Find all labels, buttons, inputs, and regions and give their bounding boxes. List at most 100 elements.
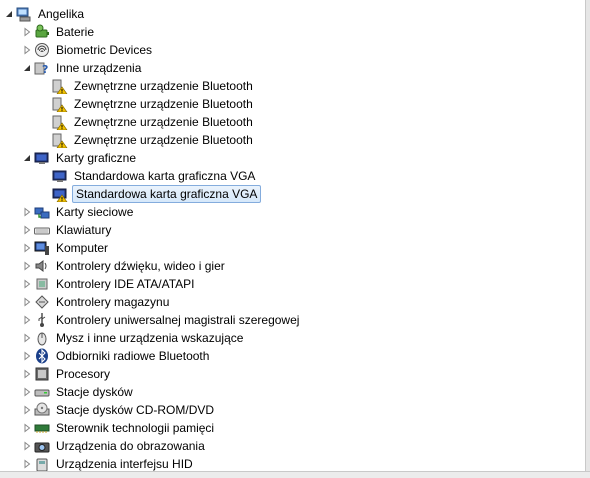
device-tree[interactable]: Angelika Baterie Biometric Devices? Inne ur… <box>0 0 586 472</box>
tree-item-label: Inne urządzenia <box>56 61 142 75</box>
tree-device-item-selected[interactable]: Standardowa karta graficzna VGA <box>40 185 262 203</box>
tree-category-item[interactable]: Komputer <box>22 239 110 257</box>
display-adapter-warning-icon <box>52 186 68 202</box>
expand-arrow-icon[interactable] <box>22 369 32 379</box>
tree-category-item[interactable]: Urządzenia interfejsu HID <box>22 455 195 472</box>
expand-arrow-icon[interactable] <box>22 315 32 325</box>
tree-item-label: Sterownik technologii pamięci <box>56 421 215 435</box>
tree-item-label: Zewnętrzne urządzenie Bluetooth <box>74 115 253 129</box>
usb-icon <box>34 312 50 328</box>
tree-category-item[interactable]: Procesory <box>22 365 112 383</box>
warning-device-icon <box>52 114 68 130</box>
tree-device-item[interactable]: Zewnętrzne urządzenie Bluetooth <box>40 131 255 149</box>
tree-device-item[interactable]: Standardowa karta graficzna VGA <box>40 167 257 185</box>
tree-item-label: Karty sieciowe <box>56 205 134 219</box>
tree-item-label: Karty graficzne <box>56 151 137 165</box>
tree-device-item[interactable]: Zewnętrzne urządzenie Bluetooth <box>40 113 255 131</box>
expand-arrow-icon[interactable] <box>22 243 32 253</box>
expand-arrow-icon[interactable] <box>22 27 32 37</box>
tree-item-label: Kontrolery magazynu <box>56 295 170 309</box>
tree-item-label: Angelika <box>38 7 85 21</box>
warning-device-icon <box>52 96 68 112</box>
expand-arrow-icon[interactable] <box>22 225 32 235</box>
tree-category-item[interactable]: Kontrolery IDE ATA/ATAPI <box>22 275 197 293</box>
expand-arrow-icon[interactable] <box>22 459 32 469</box>
computer-icon <box>16 6 32 22</box>
memory-icon <box>34 420 50 436</box>
tree-category-item[interactable]: Mysz i inne urządzenia wskazujące <box>22 329 245 347</box>
tree-category-item[interactable]: Baterie <box>22 23 96 41</box>
tree-category-item[interactable]: Kontrolery magazynu <box>22 293 171 311</box>
expand-arrow-icon[interactable] <box>22 279 32 289</box>
tree-category-item[interactable]: Odbiorniki radiowe Bluetooth <box>22 347 211 365</box>
warning-device-icon <box>52 132 68 148</box>
collapse-arrow-icon[interactable] <box>22 153 32 163</box>
tree-item-label: Zewnętrzne urządzenie Bluetooth <box>74 79 253 93</box>
tree-item-label: Kontrolery IDE ATA/ATAPI <box>56 277 195 291</box>
tree-category-item[interactable]: Stacje dysków <box>22 383 135 401</box>
tree-category-item[interactable]: Kontrolery uniwersalnej magistrali szere… <box>22 311 301 329</box>
tree-item-label: Klawiatury <box>56 223 112 237</box>
tree-category-item[interactable]: Karty graficzne <box>22 149 138 167</box>
tree-category-item[interactable]: Urządzenia do obrazowania <box>22 437 207 455</box>
tree-item-label: Zewnętrzne urządzenie Bluetooth <box>74 133 253 147</box>
horizontal-scrollbar-edge[interactable] <box>0 471 590 478</box>
tree-item-label: Odbiorniki radiowe Bluetooth <box>56 349 210 363</box>
tree-item-label: Standardowa karta graficzna VGA <box>72 185 262 203</box>
speaker-icon <box>34 258 50 274</box>
expand-arrow-icon[interactable] <box>22 441 32 451</box>
display-adapter-icon <box>52 168 68 184</box>
vertical-scrollbar-edge[interactable] <box>585 0 590 478</box>
cpu-icon <box>34 366 50 382</box>
tree-category-item[interactable]: Klawiatury <box>22 221 113 239</box>
tree-root-computer[interactable]: Angelika <box>4 5 86 23</box>
disk-icon <box>34 384 50 400</box>
tree-category-item[interactable]: Sterownik technologii pamięci <box>22 419 216 437</box>
expand-arrow-icon[interactable] <box>22 207 32 217</box>
tree-item-label: Stacje dysków CD-ROM/DVD <box>56 403 215 417</box>
expand-arrow-icon[interactable] <box>22 297 32 307</box>
tree-item-label: Standardowa karta graficzna VGA <box>74 169 256 183</box>
fingerprint-icon <box>34 42 50 58</box>
tree-item-label: Procesory <box>56 367 111 381</box>
tree-category-item[interactable]: ? Inne urządzenia <box>22 59 143 77</box>
expand-arrow-icon[interactable] <box>22 405 32 415</box>
collapse-arrow-icon[interactable] <box>22 63 32 73</box>
tree-device-item[interactable]: Zewnętrzne urządzenie Bluetooth <box>40 77 255 95</box>
expand-arrow-icon[interactable] <box>22 333 32 343</box>
tree-item-label: Kontrolery dźwięku, wideo i gier <box>56 259 225 273</box>
tree-item-label: Mysz i inne urządzenia wskazujące <box>56 331 244 345</box>
expand-arrow-icon[interactable] <box>22 45 32 55</box>
tree-item-label: Kontrolery uniwersalnej magistrali szere… <box>56 313 300 327</box>
tree-category-item[interactable]: Kontrolery dźwięku, wideo i gier <box>22 257 227 275</box>
storage-icon <box>34 294 50 310</box>
bluetooth-icon <box>34 348 50 364</box>
camera-icon <box>34 438 50 454</box>
tree-device-item[interactable]: Zewnętrzne urządzenie Bluetooth <box>40 95 255 113</box>
warning-device-icon <box>52 78 68 94</box>
mouse-icon <box>34 330 50 346</box>
expand-arrow-icon[interactable] <box>22 261 32 271</box>
keyboard-icon <box>34 222 50 238</box>
collapse-arrow-icon[interactable] <box>4 9 14 19</box>
expand-arrow-icon[interactable] <box>22 387 32 397</box>
expand-arrow-icon[interactable] <box>22 351 32 361</box>
tree-item-label: Komputer <box>56 241 109 255</box>
tree-item-label: Stacje dysków <box>56 385 133 399</box>
network-icon <box>34 204 50 220</box>
tree-category-item[interactable]: Karty sieciowe <box>22 203 135 221</box>
tree-item-label: Biometric Devices <box>56 43 153 57</box>
tree-category-item[interactable]: Stacje dysków CD-ROM/DVD <box>22 401 216 419</box>
tree-item-label: Urządzenia do obrazowania <box>56 439 205 453</box>
battery-icon <box>34 24 50 40</box>
ide-icon <box>34 276 50 292</box>
tree-item-label: Zewnętrzne urządzenie Bluetooth <box>74 97 253 111</box>
tree-category-item[interactable]: Biometric Devices <box>22 41 154 59</box>
tree-item-label: Urządzenia interfejsu HID <box>56 457 193 471</box>
tree-item-label: Baterie <box>56 25 95 39</box>
display-adapter-icon <box>34 150 50 166</box>
cdrom-icon <box>34 402 50 418</box>
svg-text:?: ? <box>42 63 48 76</box>
monitor-icon <box>34 240 50 256</box>
expand-arrow-icon[interactable] <box>22 423 32 433</box>
